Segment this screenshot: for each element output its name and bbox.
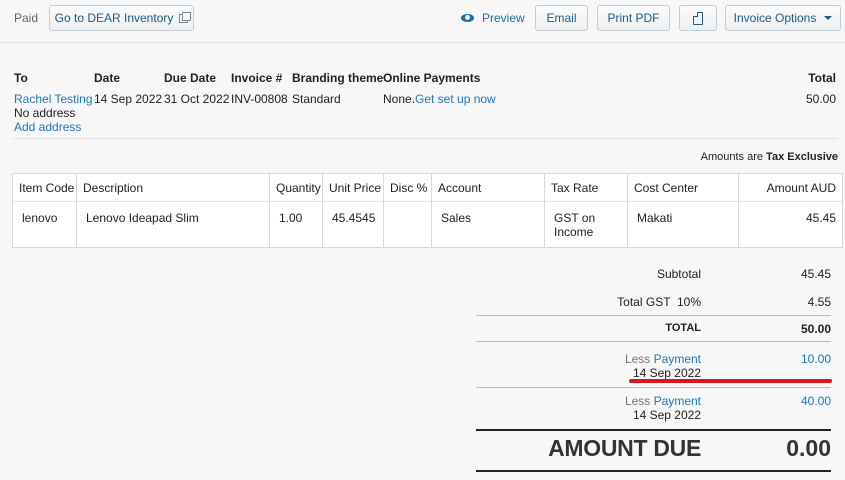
total-row-label: TOTAL bbox=[665, 322, 701, 334]
payment-amount-2[interactable]: 40.00 bbox=[801, 394, 831, 408]
external-link-icon bbox=[179, 11, 192, 23]
account-cell: Sales bbox=[441, 211, 472, 225]
payment-row-1: Less Payment bbox=[625, 352, 701, 366]
preview-label: Preview bbox=[482, 11, 525, 25]
to-label: To bbox=[14, 71, 28, 85]
due-date-label: Due Date bbox=[164, 71, 217, 85]
description-cell: Lenovo Ideapad Slim bbox=[86, 211, 199, 225]
dear-button-label: Go to DEAR Inventory bbox=[54, 11, 174, 25]
payment-row-2: Less Payment bbox=[625, 394, 701, 408]
due-date-value: 31 Oct 2022 bbox=[164, 92, 230, 106]
invoice-options-button[interactable]: Invoice Options bbox=[725, 5, 841, 31]
header-divider bbox=[14, 138, 838, 139]
header-total-value: 50.00 bbox=[805, 92, 836, 106]
invoice-number-value: INV-00808 bbox=[231, 92, 288, 106]
unit-price-cell: 45.4545 bbox=[332, 211, 376, 225]
column-quantity: Quantity 1.00 bbox=[270, 174, 323, 247]
online-payments-none: None. bbox=[383, 92, 416, 106]
subtotal-label: Subtotal bbox=[656, 267, 701, 281]
column-item-code: Item Code lenovo bbox=[13, 174, 77, 247]
column-amount: Amount AUD 45.45 bbox=[739, 174, 842, 247]
item-code-cell: lenovo bbox=[22, 211, 58, 225]
total-divider bbox=[476, 341, 831, 342]
column-header: Disc % bbox=[390, 181, 428, 195]
column-description: Description Lenovo Ideapad Slim bbox=[77, 174, 270, 247]
amount-due-bottom-rule bbox=[476, 470, 831, 472]
column-header: Item Code bbox=[19, 181, 75, 195]
column-header: Cost Center bbox=[634, 181, 699, 195]
column-cost-center: Cost Center Makati bbox=[628, 174, 739, 247]
invoice-date-value: 14 Sep 2022 bbox=[94, 92, 163, 106]
copy-document-icon bbox=[693, 11, 703, 25]
less-label: Less bbox=[624, 352, 651, 366]
column-discount: Disc % bbox=[384, 174, 432, 247]
invoice-toolbar: Paid Go to DEAR Inventory Preview Email … bbox=[0, 0, 845, 43]
tax-mode: Tax Exclusive bbox=[766, 151, 838, 163]
tax-note: Amounts are Tax Exclusive bbox=[701, 151, 838, 163]
contact-link[interactable]: Rachel Testing bbox=[14, 92, 93, 106]
amount-due-value: 0.00 bbox=[786, 435, 831, 461]
cost-center-cell: Makati bbox=[637, 211, 673, 225]
eye-icon bbox=[461, 14, 474, 22]
line-items-table: Item Code lenovo Description Lenovo Idea… bbox=[12, 173, 843, 248]
red-highlight-underline bbox=[629, 379, 832, 383]
payment-divider bbox=[476, 387, 831, 388]
tax-rate-line-2: Income bbox=[554, 225, 594, 239]
less-label: Less bbox=[624, 394, 651, 408]
payment-amount-1[interactable]: 10.00 bbox=[801, 352, 831, 366]
invoice-options-label: Invoice Options bbox=[733, 11, 817, 25]
tax-rate-line-1: GST on bbox=[554, 211, 596, 225]
branding-theme-value: Standard bbox=[292, 92, 341, 106]
no-address-text: No address bbox=[14, 106, 76, 120]
subtotal-value: 45.45 bbox=[800, 267, 831, 281]
preview-button[interactable]: Preview bbox=[461, 11, 525, 25]
tax-rate-cell: GST on Income bbox=[554, 211, 595, 239]
gst-label: Total GST 10% bbox=[617, 295, 701, 309]
column-account: Account Sales bbox=[432, 174, 545, 247]
payment-date-2: 14 Sep 2022 bbox=[632, 408, 701, 422]
invoice-number-label: Invoice # bbox=[231, 71, 283, 85]
payment-link[interactable]: Payment bbox=[654, 352, 701, 366]
add-address-link[interactable]: Add address bbox=[14, 120, 81, 134]
column-unit-price: Unit Price 45.4545 bbox=[323, 174, 384, 247]
column-header: Account bbox=[438, 181, 482, 195]
total-row-value: 50.00 bbox=[800, 322, 831, 336]
amount-due-label: AMOUNT DUE bbox=[548, 435, 701, 461]
column-header: Description bbox=[83, 181, 144, 195]
payment-link[interactable]: Payment bbox=[654, 394, 701, 408]
online-payments-label: Online Payments bbox=[383, 71, 481, 85]
date-label: Date bbox=[94, 71, 121, 85]
column-header: Tax Rate bbox=[551, 181, 599, 195]
totals-divider bbox=[476, 315, 831, 316]
tax-note-prefix: Amounts are bbox=[700, 151, 763, 163]
email-button[interactable]: Email bbox=[535, 5, 588, 31]
branding-theme-label: Branding theme bbox=[292, 71, 384, 85]
amount-due-top-rule bbox=[476, 429, 831, 431]
column-header: Quantity bbox=[276, 181, 321, 195]
total-label: Total bbox=[808, 71, 836, 85]
status-label: Paid bbox=[14, 11, 39, 25]
go-to-dear-inventory-button[interactable]: Go to DEAR Inventory bbox=[49, 5, 194, 31]
amount-cell: 45.45 bbox=[805, 211, 836, 225]
quantity-cell: 1.00 bbox=[279, 211, 303, 225]
chevron-down-icon bbox=[824, 16, 833, 20]
copy-button[interactable] bbox=[679, 5, 717, 31]
gst-value: 4.55 bbox=[807, 295, 831, 309]
column-header: Unit Price bbox=[329, 181, 382, 195]
payment-date-1: 14 Sep 2022 bbox=[632, 366, 701, 380]
print-pdf-label: Print PDF bbox=[607, 11, 660, 25]
get-set-up-link[interactable]: Get set up now bbox=[415, 92, 496, 106]
print-pdf-button[interactable]: Print PDF bbox=[597, 5, 670, 31]
email-label: Email bbox=[546, 11, 577, 25]
column-header: Amount AUD bbox=[766, 181, 836, 195]
column-tax-rate: Tax Rate GST on Income bbox=[545, 174, 628, 247]
